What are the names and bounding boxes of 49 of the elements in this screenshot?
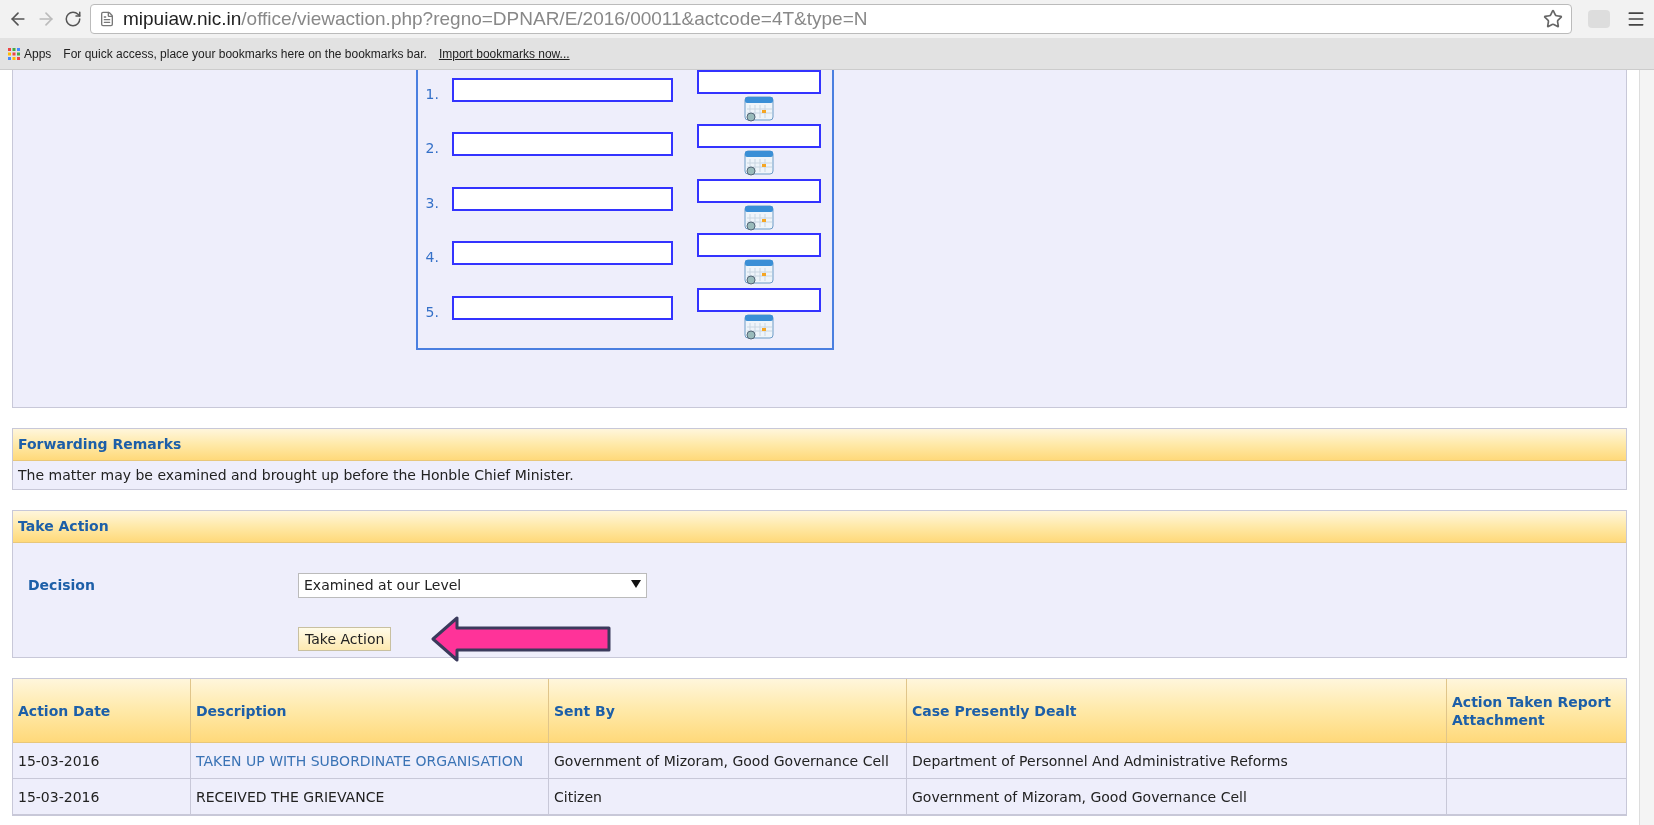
column-header: Description [191,679,549,742]
page-icon [99,11,115,27]
scrollbar[interactable] [1639,70,1654,825]
table-cell: Government of Mizoram, Good Governance Cell [912,787,1247,806]
section-header: Take Action [13,511,1626,543]
column-header: Action Date [13,679,191,742]
table-cell: Government of Mizoram, Good Governance Cell [554,751,889,770]
entry-text-field[interactable] [451,186,673,211]
calendar-icon[interactable] [743,204,774,231]
calendar-icon[interactable] [743,313,774,340]
entry-text-field[interactable] [451,241,673,266]
table-cell: 15-03-2016 [18,751,100,770]
column-header: Case Presently Dealt [907,679,1447,742]
entry-text-field[interactable] [451,132,673,157]
entry-date-field[interactable] [696,233,821,258]
table-cell: RECEIVED THE GRIEVANCE [196,787,385,806]
calendar-icon[interactable] [743,150,774,177]
entry-number: 3. [425,193,440,213]
entry-text-field[interactable] [451,77,673,102]
table-cell: Department of Personnel And Administrative Reforms [912,751,1288,770]
calendar-icon[interactable] [743,259,774,286]
reload-icon[interactable] [64,10,82,28]
entry-date-field[interactable] [696,70,821,94]
calendar-icon[interactable] [743,95,774,122]
table-cell: Citizen [554,787,602,806]
entry-number: 4. [425,248,440,268]
take-action-button[interactable]: Take Action [298,627,392,651]
bookmark-star-icon[interactable] [1543,9,1563,29]
entry-date-field[interactable] [696,178,821,203]
bookmarks-hint: For quick access, place your bookmarks here on the bookmarks bar. [63,45,427,63]
section-header: Forwarding Remarks [13,429,1626,461]
entry-date-field[interactable] [696,124,821,149]
entry-number: 2. [425,139,440,159]
entry-number: 1. [425,84,440,104]
apps-shortcut[interactable]: Apps [8,44,52,63]
entry-date-field[interactable] [696,287,821,312]
menu-icon[interactable] [1626,9,1646,29]
import-bookmarks-link[interactable]: Import bookmarks now... [438,44,570,63]
column-header: Action Taken Report Attachment [1451,692,1613,730]
entry-text-field[interactable] [451,295,673,320]
decision-dropdown[interactable]: Examined at our Level [298,573,647,598]
apps-grid-icon [8,47,20,60]
decision-label: Decision [28,576,96,595]
address-bar[interactable]: mipuiaw.nic.in/office/viewaction.php?regno=DPNAR/E/2016/00011&actcode=4T&type=N [90,4,1572,34]
column-header: Sent By [549,679,907,742]
description-link[interactable]: TAKEN UP WITH SUBORDINATE ORGANISATION [196,751,524,770]
entry-number: 5. [425,302,440,322]
table-cell: 15-03-2016 [18,787,100,806]
remarks-text: The matter may be examined and brought up before the Honble Chief Minister. [17,465,575,485]
